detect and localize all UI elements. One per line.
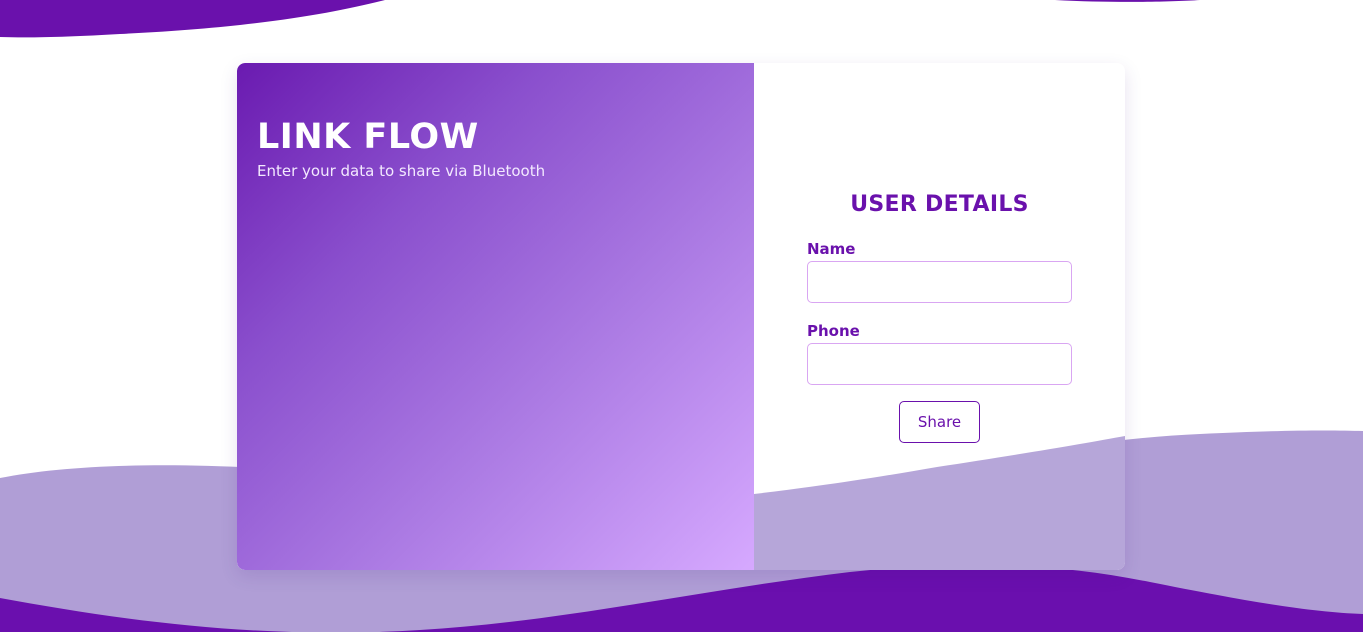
phone-input[interactable]: [807, 343, 1072, 385]
top-left-wave: [0, 0, 385, 38]
name-input[interactable]: [807, 261, 1072, 303]
user-details-form: USER DETAILS Name Phone Share: [754, 63, 1125, 570]
app-subtitle: Enter your data to share via Bluetooth: [257, 162, 546, 180]
phone-label: Phone: [807, 322, 860, 340]
top-right-wave: [1055, 0, 1200, 2]
link-flow-card: LINK FLOW Enter your data to share via B…: [237, 63, 1125, 570]
name-label: Name: [807, 240, 856, 258]
form-heading: USER DETAILS: [850, 192, 1029, 217]
hero-panel: LINK FLOW Enter your data to share via B…: [237, 63, 754, 570]
app-title: LINK FLOW: [257, 117, 479, 157]
share-button[interactable]: Share: [899, 401, 980, 443]
